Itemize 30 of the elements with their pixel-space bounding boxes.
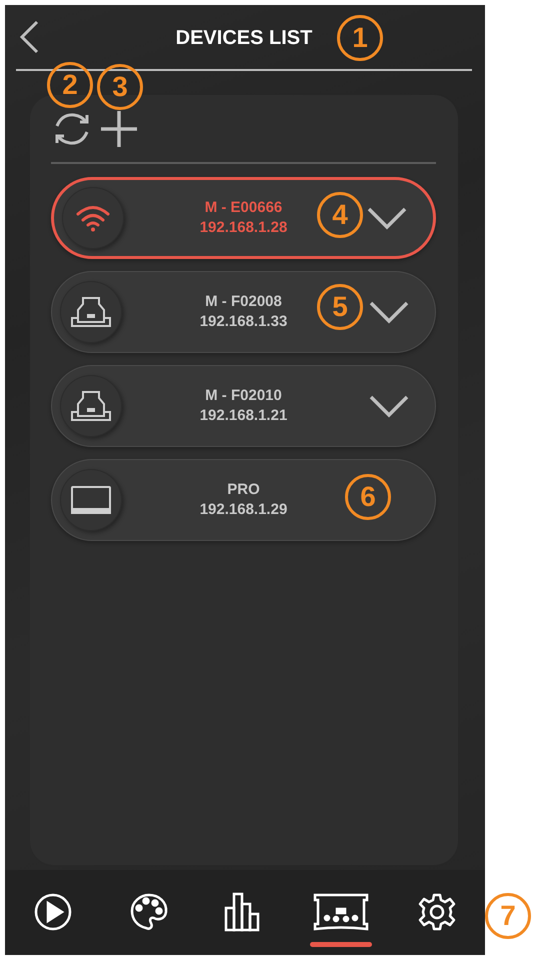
laptop-icon [70, 485, 112, 515]
chevron-down-icon[interactable] [367, 206, 407, 230]
device-name: M - E00666 [204, 199, 282, 217]
device-ip: 192.168.1.33 [200, 313, 288, 331]
machine-icon [70, 296, 112, 328]
callout-number: 6 [345, 474, 391, 520]
device-row[interactable]: M - F02010 192.168.1.21 [51, 365, 436, 447]
callout-number: 4 [317, 192, 363, 238]
callout-number: 3 [97, 64, 143, 110]
play-icon[interactable] [34, 893, 72, 931]
device-ip: 192.168.1.29 [200, 501, 288, 519]
device-name: M - F02010 [205, 387, 282, 405]
palette-icon[interactable] [129, 892, 169, 932]
machine-icon[interactable] [311, 892, 371, 932]
device-name: PRO [227, 481, 260, 499]
callout-number: 7 [485, 893, 531, 939]
chevron-down-icon[interactable] [369, 394, 409, 418]
device-name: M - F02008 [205, 293, 282, 311]
device-ip: 192.168.1.21 [200, 407, 288, 425]
wifi-icon [76, 204, 110, 232]
callout-number: 2 [47, 62, 93, 108]
callout-number: 5 [317, 284, 363, 330]
chevron-down-icon[interactable] [369, 300, 409, 324]
back-icon[interactable] [18, 20, 40, 54]
settings-icon[interactable] [417, 892, 457, 932]
plus-icon[interactable] [100, 110, 138, 148]
machine-icon [70, 390, 112, 422]
callout-number: 1 [337, 15, 383, 61]
device-ip: 192.168.1.28 [200, 219, 288, 237]
page-title: DEVICES LIST [176, 27, 312, 49]
